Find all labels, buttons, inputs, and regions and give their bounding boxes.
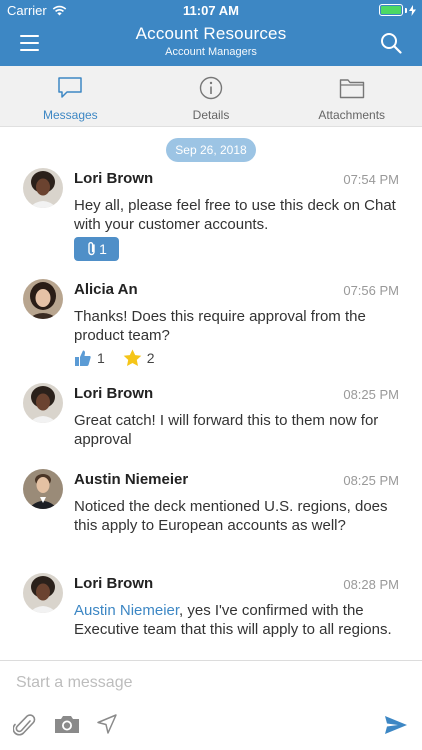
- camera-icon[interactable]: [54, 713, 80, 740]
- info-icon: [199, 76, 223, 100]
- hamburger-icon[interactable]: [20, 35, 39, 51]
- battery-tip: [405, 7, 407, 13]
- nav-titles: Account Resources Account Managers: [80, 24, 342, 58]
- message-text: Thanks! Does this require approval from …: [74, 308, 366, 344]
- avatar[interactable]: [23, 573, 63, 613]
- avatar[interactable]: [23, 469, 63, 509]
- battery-level: [381, 6, 401, 14]
- message-composer: [0, 660, 422, 750]
- message-item: Austin Niemeier 08:25 PM Noticed the dec…: [0, 469, 422, 569]
- message-list[interactable]: Sep 26, 2018 Lori Brown 07:54 PM Hey all…: [0, 127, 422, 660]
- mention-link[interactable]: Austin Niemeier: [74, 602, 179, 619]
- reaction-star[interactable]: 2: [123, 349, 155, 367]
- paperclip-icon[interactable]: [12, 713, 37, 744]
- message-text: Hey all, please feel free to use this de…: [74, 197, 396, 233]
- folder-icon: [339, 79, 364, 99]
- avatar[interactable]: [23, 383, 63, 423]
- tab-label: Messages: [42, 108, 98, 122]
- location-arrow-icon[interactable]: [96, 713, 118, 740]
- reaction-thumbs-up[interactable]: 1: [74, 349, 105, 367]
- status-time: 11:07 AM: [183, 3, 239, 18]
- message-author: Alicia An: [74, 281, 138, 298]
- app-header: Carrier 11:07 AM Account Resources Accou…: [0, 0, 422, 66]
- reaction-count: 2: [146, 350, 155, 366]
- reactions: 1 2: [74, 349, 167, 367]
- tab-attachments[interactable]: Attachments: [281, 66, 422, 126]
- search-icon[interactable]: [380, 32, 402, 54]
- message-text: Great catch! I will forward this to them…: [74, 412, 379, 448]
- battery-icon: [379, 4, 403, 16]
- message-author: Lori Brown: [74, 575, 154, 592]
- chat-bubble-icon: [58, 77, 83, 98]
- message-time: 08:28 PM: [343, 577, 399, 592]
- message-item: Lori Brown 07:54 PM Hey all, please feel…: [0, 168, 422, 268]
- status-bar: Carrier 11:07 AM: [0, 0, 422, 22]
- message-item: Alicia An 07:56 PM Thanks! Does this req…: [0, 279, 422, 379]
- send-icon[interactable]: [384, 715, 408, 740]
- chat-screen: Carrier 11:07 AM Account Resources Accou…: [0, 0, 422, 750]
- message-item: Lori Brown 08:28 PM Austin Niemeier, yes…: [0, 573, 422, 660]
- tab-messages[interactable]: Messages: [0, 66, 141, 126]
- message-item: Lori Brown 08:25 PM Great catch! I will …: [0, 383, 422, 463]
- message-author: Lori Brown: [74, 385, 154, 402]
- message-text: Noticed the deck mentioned U.S. regions,…: [74, 498, 388, 534]
- attachment-badge[interactable]: 1: [74, 237, 119, 261]
- thumbs-up-icon: [75, 350, 91, 366]
- page-title: Account Resources: [135, 24, 287, 43]
- tab-label: Attachments: [318, 108, 386, 122]
- tab-label: Details: [192, 108, 230, 122]
- reaction-count: 1: [97, 350, 105, 366]
- avatar[interactable]: [23, 168, 63, 208]
- date-separator: Sep 26, 2018: [166, 138, 256, 162]
- avatar[interactable]: [23, 279, 63, 319]
- nav-bar: Account Resources Account Managers: [0, 22, 422, 66]
- paperclip-icon: [88, 242, 95, 256]
- battery-indicator: [379, 4, 416, 16]
- tab-bar: Messages Details Attachments: [0, 66, 422, 127]
- tab-details[interactable]: Details: [141, 66, 282, 126]
- charging-bolt-icon: [409, 4, 416, 16]
- attachment-count: 1: [99, 241, 107, 257]
- message-text: Austin Niemeier, yes I've confirmed with…: [74, 601, 404, 639]
- message-author: Austin Niemeier: [74, 471, 189, 488]
- star-icon: [123, 349, 142, 366]
- message-input[interactable]: [16, 671, 406, 695]
- message-time: 08:25 PM: [343, 387, 399, 402]
- message-time: 08:25 PM: [343, 473, 399, 488]
- message-time: 07:56 PM: [343, 283, 399, 298]
- page-subtitle: Account Managers: [165, 46, 257, 58]
- message-author: Lori Brown: [74, 170, 154, 187]
- message-time: 07:54 PM: [343, 172, 399, 187]
